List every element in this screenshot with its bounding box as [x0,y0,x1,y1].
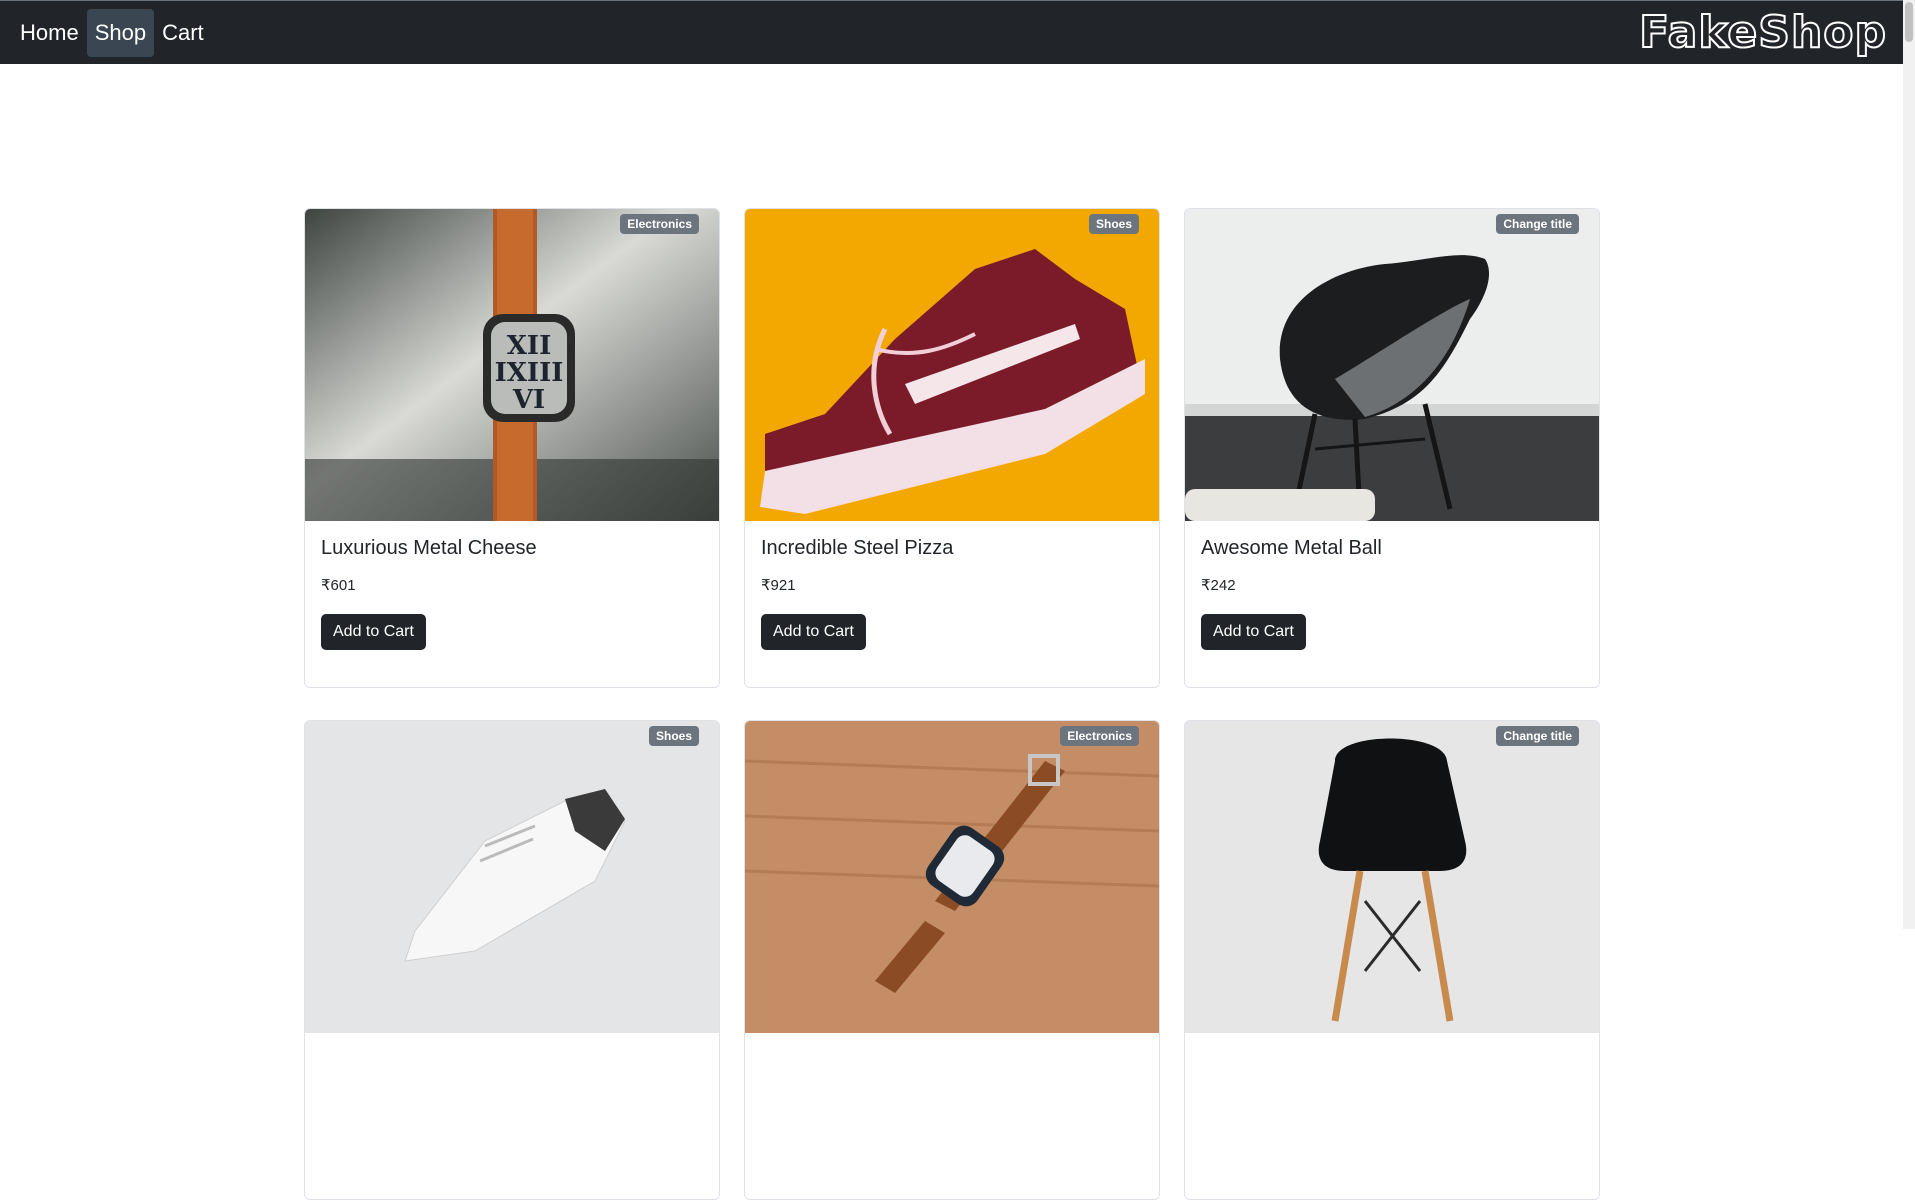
card-body: Luxurious Metal Cheese ₹601 Add to Cart [305,521,719,666]
card-body: Awesome Metal Ball ₹242 Add to Cart [1185,521,1599,666]
product-card: Change title [1184,720,1600,1200]
leather-watch-photo [745,721,1159,1033]
product-price: ₹242 [1201,577,1236,594]
black-chair-photo [1185,721,1599,1033]
smartwatch-photo: XII IXIII VI [305,209,719,521]
product-image: Shoes [745,209,1159,521]
category-badge: Shoes [648,726,699,746]
product-image: Change title [1185,721,1599,1033]
category-badge: Electronics [1060,726,1139,746]
nav-links: Home Shop Cart [12,9,212,57]
card-body: Incredible Steel Pizza ₹921 Add to Cart [745,521,1159,666]
product-card: Electronics [744,720,1160,1200]
product-image: Change title [1185,209,1599,521]
category-badge: Shoes [1088,214,1139,234]
navbar: Home Shop Cart FakeShop [0,0,1903,64]
svg-text:XII: XII [507,331,552,361]
product-image: XII IXIII VI Electronics [305,209,719,521]
svg-text:IXIII: IXIII [495,358,564,388]
page-scrollbar[interactable] [1903,0,1915,929]
armchair-photo [1185,209,1599,521]
scrollbar-thumb[interactable] [1905,2,1913,42]
product-title[interactable]: Incredible Steel Pizza [761,537,1143,560]
product-price: ₹921 [761,577,796,594]
add-to-cart-button[interactable]: Add to Cart [1201,614,1306,650]
category-badge: Electronics [620,214,699,234]
product-title[interactable]: Awesome Metal Ball [1201,537,1583,560]
product-grid: XII IXIII VI Electronics Luxurious Metal… [304,208,1600,1200]
product-card: Shoes Incredible Steel Pizza ₹921 Add to… [744,208,1160,688]
add-to-cart-button[interactable]: Add to Cart [321,614,426,650]
product-card: Change title Awesome Metal Ball ₹242 Add… [1184,208,1600,688]
category-badge: Change title [1496,214,1579,234]
product-image: Shoes [305,721,719,1033]
brand-logo[interactable]: FakeShop [1638,8,1887,58]
product-card: XII IXIII VI Electronics Luxurious Metal… [304,208,720,688]
product-title[interactable]: Luxurious Metal Cheese [321,537,703,560]
white-sneaker-photo [305,721,719,1033]
nav-link-home[interactable]: Home [12,9,87,57]
add-to-cart-button[interactable]: Add to Cart [761,614,866,650]
product-price: ₹601 [321,577,356,594]
sneaker-photo [745,209,1159,521]
svg-text:VI: VI [512,385,545,415]
product-image: Electronics [745,721,1159,1033]
nav-link-cart[interactable]: Cart [154,9,212,57]
product-card: Shoes [304,720,720,1200]
category-badge: Change title [1496,726,1579,746]
nav-link-shop[interactable]: Shop [86,9,155,57]
